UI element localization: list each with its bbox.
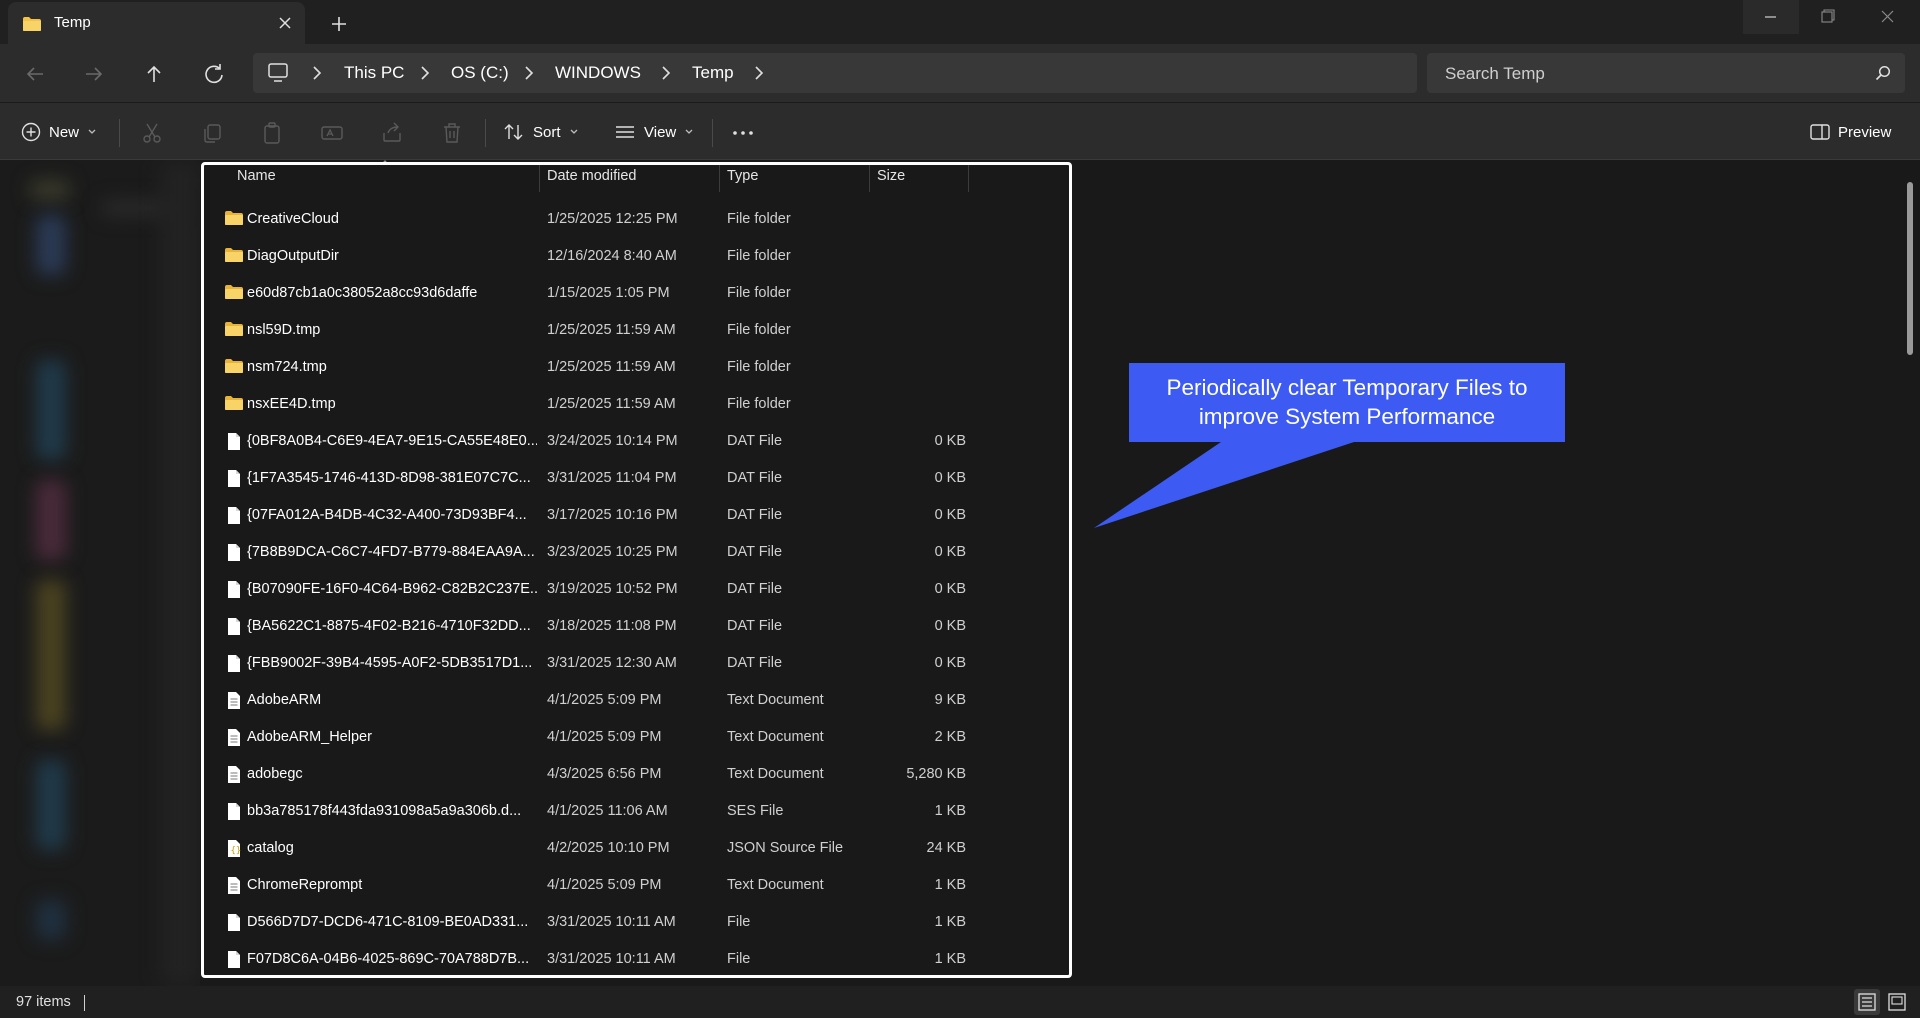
minimize-icon[interactable]	[1743, 0, 1799, 34]
blurred-nav-item	[36, 480, 66, 560]
blurred-nav-item	[36, 580, 66, 730]
vertical-scrollbar[interactable]	[1907, 182, 1913, 355]
paste-icon[interactable]	[260, 121, 284, 145]
blurred-nav-item	[30, 180, 70, 200]
breadcrumb-this-pc[interactable]: This PC	[344, 63, 404, 83]
close-window-icon[interactable]	[1860, 0, 1916, 34]
view-button[interactable]: View	[614, 119, 694, 145]
new-button[interactable]: New	[21, 119, 97, 145]
copy-icon[interactable]	[200, 121, 224, 145]
cut-icon[interactable]	[140, 121, 164, 145]
view-label: View	[644, 123, 677, 141]
forward-arrow-icon[interactable]	[77, 57, 111, 91]
new-tab-icon[interactable]	[326, 11, 352, 37]
share-icon[interactable]	[380, 121, 404, 145]
blurred-nav-edge	[160, 160, 200, 986]
navigation-pane[interactable]	[0, 160, 200, 986]
preview-label: Preview	[1838, 123, 1892, 141]
view-lines-icon	[616, 126, 634, 138]
item-count: 97 items	[16, 994, 71, 1010]
tab-temp[interactable]: Temp	[8, 2, 305, 44]
rename-icon[interactable]	[320, 121, 344, 145]
close-tab-icon[interactable]	[274, 12, 296, 34]
address-row: This PC OS (C:) WINDOWS Temp Search Temp	[0, 44, 1920, 102]
delete-icon[interactable]	[440, 121, 464, 145]
callout-box: Periodically clear Temporary Files to im…	[1129, 363, 1565, 442]
address-bar[interactable]: This PC OS (C:) WINDOWS Temp	[253, 53, 1417, 93]
chevron-down-icon	[685, 129, 693, 134]
blurred-nav-item	[36, 360, 66, 460]
chevron-down-icon	[88, 129, 96, 134]
up-arrow-icon[interactable]	[137, 57, 171, 91]
back-arrow-icon[interactable]	[18, 57, 52, 91]
blurred-nav-item	[36, 760, 66, 850]
this-pc-icon[interactable]	[267, 63, 289, 83]
title-bar: Temp	[0, 0, 1920, 44]
more-options-icon[interactable]	[731, 121, 755, 145]
status-divider	[84, 995, 85, 1011]
search-placeholder: Search Temp	[1445, 64, 1545, 83]
blurred-nav-item	[36, 215, 66, 275]
chevron-right-icon[interactable]	[311, 65, 323, 81]
folder-icon	[23, 17, 41, 31]
refresh-icon[interactable]	[197, 57, 231, 91]
sort-button[interactable]: Sort	[503, 119, 579, 145]
breadcrumb-temp[interactable]: Temp	[692, 63, 734, 83]
breadcrumb-os-c[interactable]: OS (C:)	[451, 63, 509, 83]
divider	[712, 119, 713, 147]
plus-circle-icon	[21, 122, 41, 142]
sort-icon	[504, 124, 523, 140]
details-view-icon[interactable]	[1854, 989, 1880, 1015]
tab-title: Temp	[54, 14, 91, 31]
chevron-right-icon[interactable]	[419, 65, 431, 81]
chevron-right-icon[interactable]	[523, 65, 535, 81]
highlight-frame	[201, 162, 1072, 978]
thumbnail-view-icon[interactable]	[1884, 989, 1910, 1015]
search-icon[interactable]	[1875, 65, 1891, 81]
chevron-right-icon[interactable]	[660, 65, 672, 81]
sort-label: Sort	[533, 123, 561, 141]
command-bar: New Sort View Preview	[0, 102, 1920, 160]
chevron-right-icon[interactable]	[753, 65, 765, 81]
preview-button[interactable]: Preview	[1810, 119, 1891, 145]
restore-icon[interactable]	[1799, 0, 1855, 34]
status-bar: 97 items	[0, 986, 1920, 1018]
callout-line-2: improve System Performance	[1198, 404, 1496, 429]
new-label: New	[49, 123, 80, 141]
callout-line-1: Periodically clear Temporary Files to	[1166, 375, 1528, 400]
chevron-down-icon	[570, 129, 577, 134]
preview-pane-icon	[1810, 124, 1830, 140]
divider	[119, 119, 120, 147]
blurred-nav-item	[36, 900, 66, 940]
breadcrumb-windows[interactable]: WINDOWS	[555, 63, 641, 83]
divider	[485, 119, 486, 147]
search-input[interactable]: Search Temp	[1427, 53, 1905, 93]
